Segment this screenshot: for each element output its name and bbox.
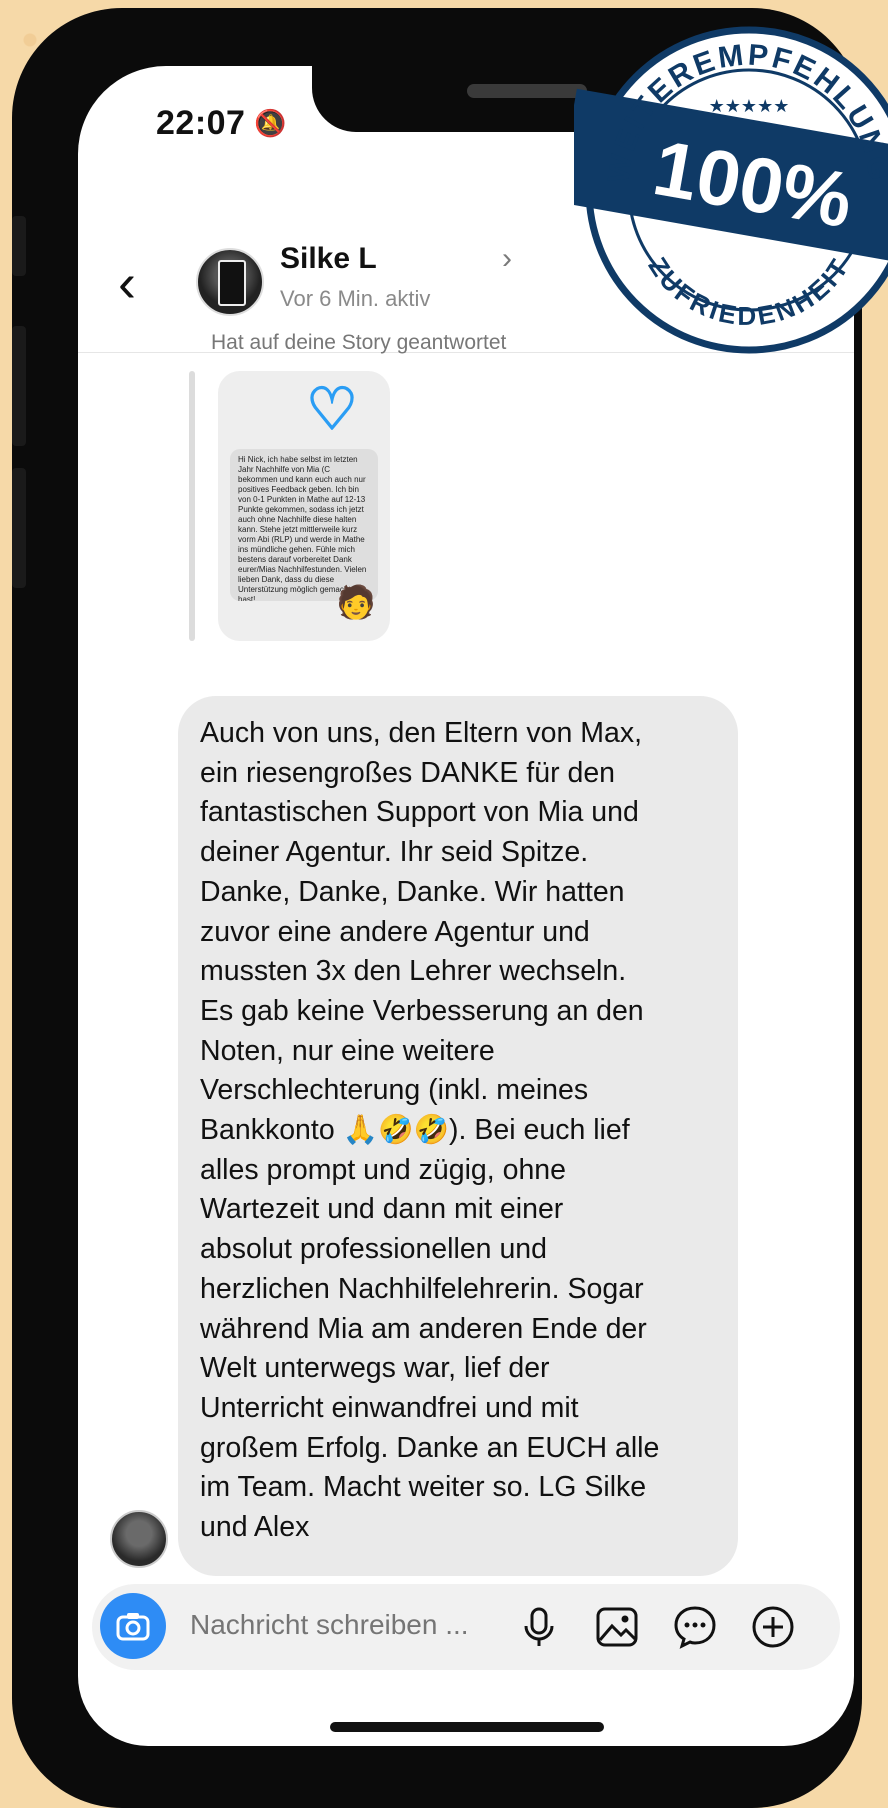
microphone-icon[interactable] [516,1604,562,1650]
story-preview[interactable]: ♡ Hi Nick, ich habe selbst im letzten Ja… [218,371,390,641]
sender-avatar[interactable] [110,1510,168,1568]
story-reply-bar [189,371,195,641]
contact-status: Vor 6 Min. aktiv [280,286,431,311]
back-chevron-icon[interactable]: ‹ [118,256,136,310]
camera-icon [116,1613,150,1641]
volume-up-button [12,326,26,446]
plus-circle-icon[interactable] [750,1604,796,1650]
earpiece [467,84,587,98]
chevron-right-icon[interactable]: › [502,242,512,276]
badge-stars: ★★★★★ [709,96,790,116]
message-input[interactable] [188,1608,492,1642]
contact-name[interactable]: Silke L [280,242,377,276]
muted-bell-icon: 🔕 [254,108,287,138]
home-indicator [330,1722,604,1732]
silent-switch [12,216,26,276]
status-time: 22:07 [156,104,246,142]
camera-button[interactable] [100,1593,166,1659]
image-icon[interactable] [594,1604,640,1650]
memoji-icon: 🧑 [336,584,376,620]
heart-icon: ♡ [306,377,358,442]
story-text: Hi Nick, ich habe selbst im letzten Jahr… [230,449,378,601]
chat-bubble-icon[interactable] [672,1604,718,1650]
message-composer [92,1584,840,1670]
story-reply-label: Hat auf deine Story geantwortet [211,331,507,354]
volume-down-button [12,468,26,588]
contact-avatar[interactable] [196,248,264,316]
satisfaction-badge: WEITEREMPFEHLUNG ★★★★★ 100% ZUFRIEDENHEI… [574,26,888,354]
message-text: Auch von uns, den Eltern von Max, ein ri… [200,717,660,1544]
message-bubble[interactable]: Auch von uns, den Eltern von Max, ein ri… [178,696,738,1576]
